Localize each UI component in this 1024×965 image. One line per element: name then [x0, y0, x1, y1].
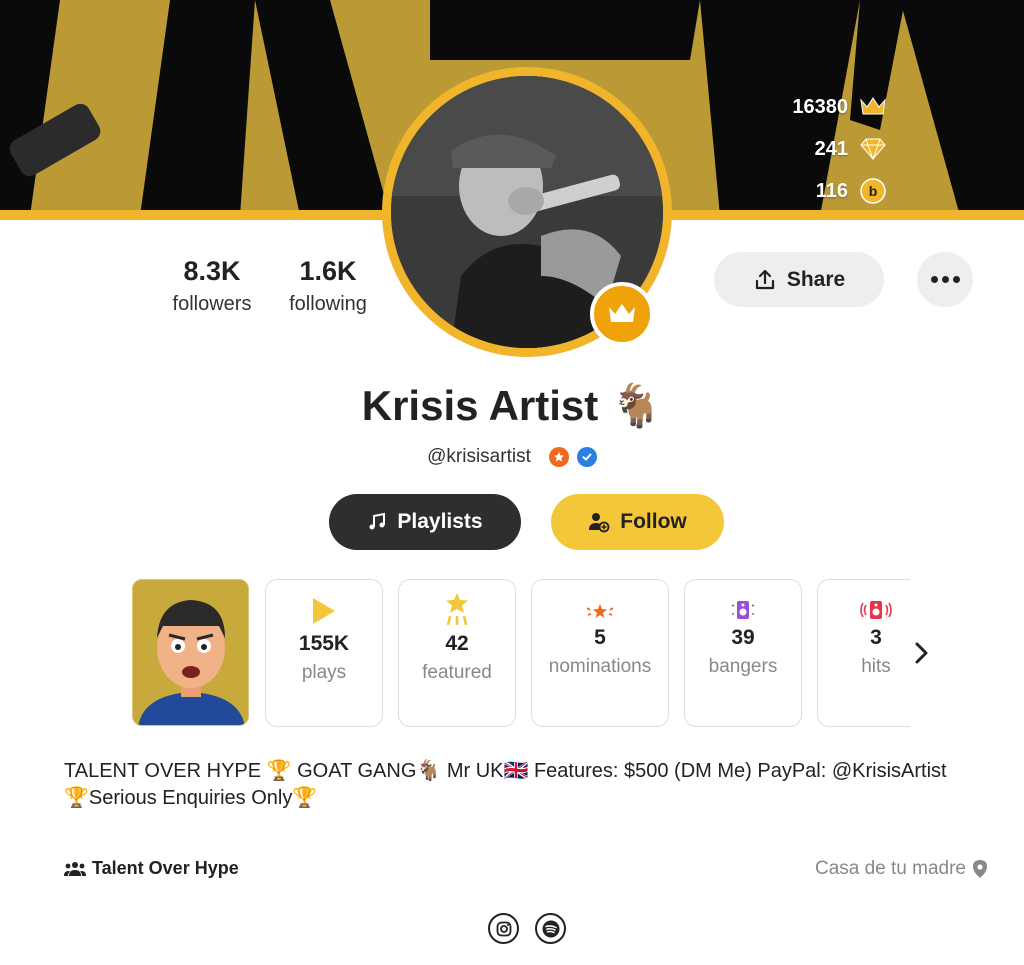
featured-card[interactable]: 42 featured [398, 579, 516, 727]
chevron-right-icon[interactable] [908, 640, 934, 666]
currency-crowns: 16380 [748, 86, 888, 128]
follow-label: Follow [620, 510, 687, 533]
profile-name: Krisis Artist 🐐 [0, 382, 1024, 431]
coins-value: 116 [815, 179, 848, 202]
playlists-button[interactable]: Playlists [329, 494, 521, 550]
verified-icon [576, 447, 597, 467]
currency-diamonds: 241 [748, 128, 888, 170]
name-emoji: 🐐 [609, 382, 663, 429]
following-count: 1.6K [299, 256, 357, 286]
diamonds-value: 241 [814, 137, 848, 160]
instagram-icon[interactable] [488, 913, 519, 944]
more-dot [930, 276, 938, 283]
bangers-count: 39 [731, 626, 755, 649]
following-stat[interactable]: 1.6K following [282, 256, 374, 316]
more-options-button[interactable] [917, 252, 973, 307]
group-link[interactable]: Talent Over Hype [64, 858, 239, 879]
followers-label: followers [172, 293, 252, 315]
share-button[interactable]: Share [714, 252, 884, 307]
music-note-icon [369, 512, 386, 530]
profile-handle: @krisisartist [427, 446, 531, 467]
bangers-label: bangers [708, 656, 778, 677]
bio-line: TALENT OVER HYPE 🏆 GOAT GANG🐐 Mr UK🇬🇧 Fe… [64, 760, 947, 782]
play-icon [266, 580, 382, 626]
award-icon [532, 580, 668, 620]
crown-icon [858, 92, 888, 122]
svg-text:b: b [869, 183, 878, 199]
playlists-label: Playlists [397, 510, 483, 533]
add-user-icon [589, 513, 610, 533]
artist-name: Krisis Artist [361, 382, 599, 429]
spotify-icon[interactable] [535, 913, 566, 944]
cartoon-avatar[interactable] [132, 579, 249, 726]
profile-bio: TALENT OVER HYPE 🏆 GOAT GANG🐐 Mr UK🇬🇧 Fe… [64, 758, 1004, 812]
more-dot [941, 276, 949, 283]
coin-icon: b [858, 176, 888, 206]
bangers-card[interactable]: 39 bangers [684, 579, 802, 727]
star-icon [399, 580, 515, 626]
location-pin-icon [973, 860, 987, 878]
cartoon-avatar-art [133, 580, 248, 725]
plays-count: 155K [298, 632, 350, 655]
crown-badge [590, 282, 654, 346]
follow-button[interactable]: Follow [551, 494, 724, 550]
bio-line: 🏆Serious Enquiries Only🏆 [64, 787, 318, 809]
star-badge-icon [548, 447, 569, 467]
more-dot [952, 276, 960, 283]
profile-handle-row: @krisisartist [0, 446, 1024, 468]
group-icon [64, 861, 86, 876]
share-label: Share [786, 267, 846, 291]
featured-label: featured [422, 662, 492, 683]
nominations-card[interactable]: 5 nominations [531, 579, 669, 727]
crowns-value: 16380 [792, 95, 848, 118]
location: Casa de tu madre [815, 858, 988, 880]
featured-count: 42 [445, 632, 469, 655]
plays-label: plays [301, 662, 347, 683]
location-text: Casa de tu madre [814, 858, 966, 879]
speaker-icon [685, 580, 801, 620]
diamond-icon [858, 134, 888, 164]
share-icon [755, 269, 774, 289]
nominations-count: 5 [594, 626, 606, 649]
following-label: following [289, 293, 367, 315]
currency-coins: 116 b [748, 170, 888, 212]
followers-count: 8.3K [183, 256, 241, 286]
plays-card[interactable]: 155K plays [265, 579, 383, 727]
social-links [488, 913, 566, 944]
currency-balances: 16380 241 116 b [748, 86, 888, 212]
nominations-label: nominations [548, 656, 652, 677]
group-name: Talent Over Hype [92, 858, 239, 878]
crown-icon [609, 304, 635, 322]
followers-stat[interactable]: 8.3K followers [166, 256, 258, 316]
